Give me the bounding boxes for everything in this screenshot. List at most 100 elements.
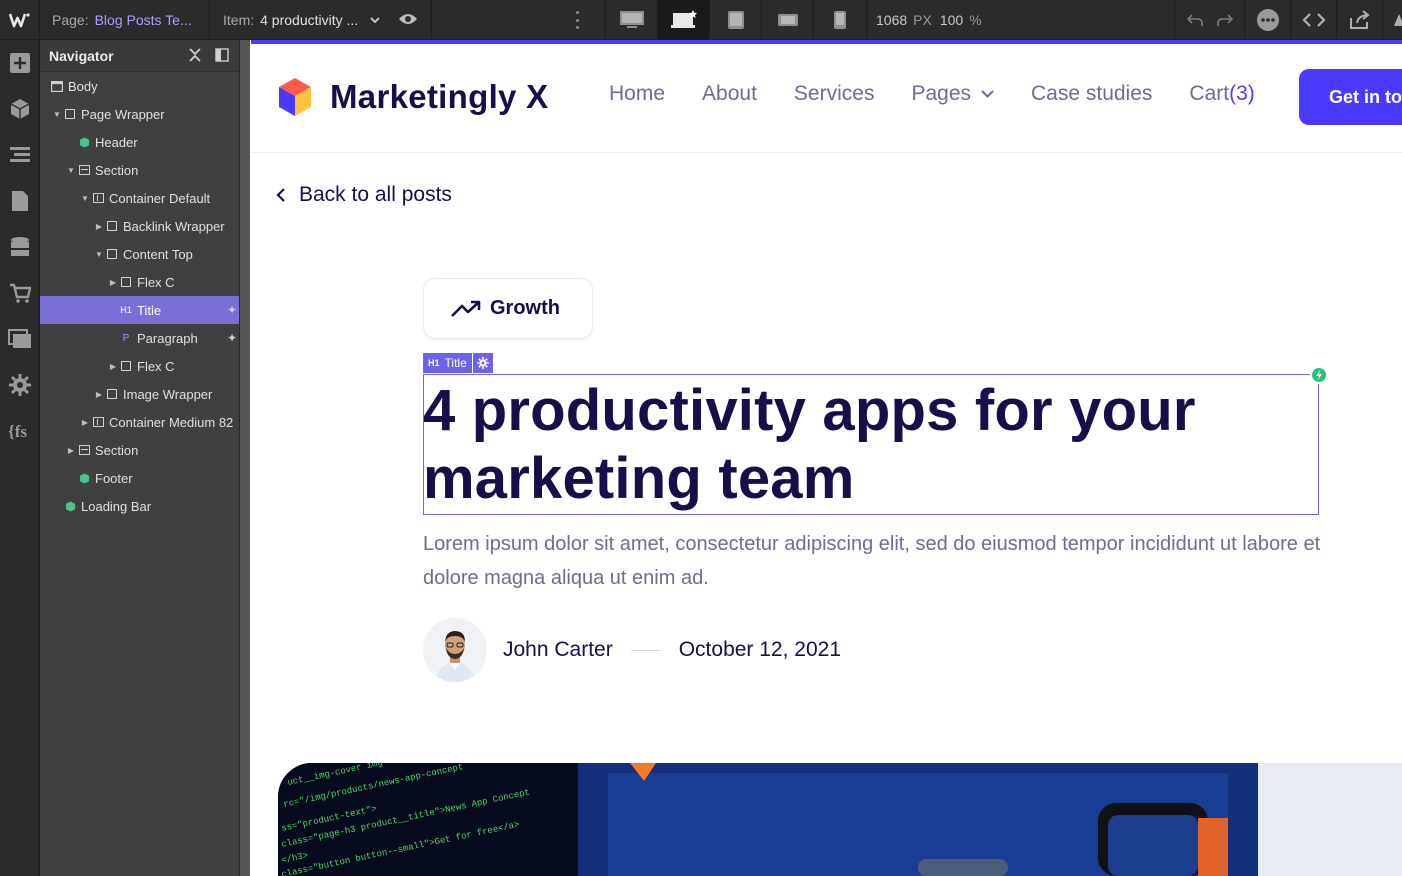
desktop-large-breakpoint-icon[interactable]	[605, 0, 657, 40]
nav-link-home[interactable]: Home	[609, 82, 665, 106]
body-icon	[51, 80, 63, 92]
main-nav: Home About Services Pages Case studies C…	[609, 82, 1292, 106]
tree-node-body[interactable]: Body	[40, 72, 239, 100]
breakpoint-switcher	[605, 0, 865, 40]
design-canvas[interactable]: Marketingly X Home About Services Pages …	[251, 40, 1402, 876]
tree-node-image-wrapper[interactable]: ▶ Image Wrapper	[40, 380, 239, 408]
selection-badge[interactable]: H1 Title	[423, 353, 493, 373]
tree-node-header[interactable]: Header	[40, 128, 239, 156]
chevron-down-icon[interactable]	[370, 17, 380, 23]
eye-icon[interactable]	[398, 12, 418, 26]
pages-icon[interactable]	[0, 178, 40, 224]
tablet-breakpoint-icon[interactable]	[709, 0, 761, 40]
nav-link-about[interactable]: About	[702, 82, 757, 106]
caret-down-icon[interactable]: ▼	[66, 166, 76, 175]
settings-gear-icon[interactable]	[0, 362, 40, 408]
caret-right-icon[interactable]: ▶	[80, 418, 90, 427]
redo-icon[interactable]	[1216, 13, 1233, 27]
ecommerce-icon[interactable]	[0, 270, 40, 316]
publish-icon[interactable]	[1382, 0, 1402, 40]
brand-name: Marketingly X	[330, 78, 549, 115]
item-name[interactable]: 4 productivity ...	[260, 12, 358, 28]
more-options-icon[interactable]	[570, 11, 584, 29]
tree-node-paragraph[interactable]: P Paragraph ✦	[40, 324, 239, 352]
tree-node-section[interactable]: ▼ Section	[40, 156, 239, 184]
nav-dropdown-pages[interactable]: Pages	[911, 82, 994, 106]
tree-node-page-wrapper[interactable]: ▼ Page Wrapper	[40, 100, 239, 128]
dock-panel-icon[interactable]	[215, 48, 229, 62]
div-block-icon	[107, 389, 117, 399]
tree-node-label: Flex C	[137, 274, 175, 290]
category-tag[interactable]: Growth	[423, 278, 593, 339]
caret-right-icon[interactable]: ▶	[66, 446, 76, 455]
mobile-portrait-breakpoint-icon[interactable]	[813, 0, 865, 40]
left-tool-rail: {fs	[0, 40, 40, 876]
svg-text:{fs: {fs	[8, 422, 27, 441]
caret-right-icon[interactable]: ▶	[108, 362, 118, 371]
undo-icon[interactable]	[1186, 13, 1203, 27]
code-icon[interactable]	[1290, 0, 1336, 40]
navigator-icon[interactable]	[0, 132, 40, 178]
webflow-logo-icon[interactable]	[0, 0, 40, 40]
tree-node-backlink-wrapper[interactable]: ▶ Backlink Wrapper	[40, 212, 239, 240]
back-link-label: Back to all posts	[299, 183, 452, 206]
item-selector[interactable]: Item: 4 productivity ...	[210, 0, 432, 40]
tree-node-label: Body	[68, 78, 98, 94]
more-menu-icon[interactable]	[1244, 0, 1290, 40]
post-paragraph[interactable]: Lorem ipsum dolor sit amet, consectetur …	[423, 527, 1323, 595]
tree-node-label: Loading Bar	[81, 498, 152, 514]
chevron-down-icon	[981, 90, 994, 98]
assets-icon[interactable]	[0, 316, 40, 362]
nav-cart[interactable]: Cart (3)	[1189, 82, 1254, 106]
section-icon	[78, 165, 90, 175]
nav-link-case-studies[interactable]: Case studies	[1031, 82, 1152, 106]
export-icon[interactable]	[1336, 0, 1382, 40]
caret-right-icon[interactable]: ▶	[94, 390, 104, 399]
navigator-panel: Navigator Body ▼ Page Wrapper Header ▼ S…	[40, 40, 240, 876]
tree-node-content-top[interactable]: ▼ Content Top	[40, 240, 239, 268]
tree-node-container-default[interactable]: ▼ Container Default	[40, 184, 239, 212]
mobile-landscape-breakpoint-icon[interactable]	[761, 0, 813, 40]
navigator-title: Navigator	[49, 47, 114, 64]
add-panel-icon[interactable]	[0, 40, 40, 86]
section-icon	[78, 445, 90, 455]
page-name[interactable]: Blog Posts Te...	[95, 12, 192, 28]
page-label: Page:	[52, 12, 89, 28]
back-to-posts-link[interactable]: Back to all posts	[276, 183, 452, 207]
author-meta: John Carter October 12, 2021	[423, 618, 841, 682]
cms-bind-icon[interactable]: ✦	[227, 303, 237, 317]
zoom-value[interactable]: 100	[940, 12, 963, 28]
cms-connected-bolt-icon[interactable]	[1310, 366, 1328, 384]
trending-up-icon	[451, 300, 481, 317]
caret-right-icon[interactable]: ▶	[94, 222, 104, 231]
zoom-unit: %	[969, 12, 982, 28]
tree-node-container-medium[interactable]: ▶ Container Medium 82	[40, 408, 239, 436]
tree-node-loading-bar[interactable]: Loading Bar	[40, 492, 239, 520]
caret-down-icon[interactable]: ▼	[94, 250, 104, 259]
tree-node-title-selected[interactable]: H1 Title ✦	[40, 296, 239, 324]
collapse-all-icon[interactable]	[189, 48, 201, 62]
caret-down-icon[interactable]: ▼	[52, 110, 62, 119]
caret-down-icon[interactable]: ▼	[80, 194, 90, 203]
tree-node-footer[interactable]: Footer	[40, 464, 239, 492]
page-selector[interactable]: Page: Blog Posts Te...	[40, 0, 210, 40]
components-icon[interactable]	[0, 86, 40, 132]
caret-right-icon[interactable]: ▶	[108, 278, 118, 287]
cms-bind-icon[interactable]: ✦	[227, 331, 237, 345]
undo-redo-group	[1174, 0, 1244, 40]
selected-element-outline	[423, 366, 1328, 515]
desktop-breakpoint-icon[interactable]	[657, 0, 709, 40]
finsweet-attributes-icon[interactable]: {fs	[0, 408, 40, 454]
tree-node-flex-c-2[interactable]: ▶ Flex C	[40, 352, 239, 380]
tree-node-section-2[interactable]: ▶ Section	[40, 436, 239, 464]
element-settings-gear-icon[interactable]	[472, 353, 493, 373]
brand-logo[interactable]: Marketingly X	[277, 77, 548, 117]
tree-node-flex-c[interactable]: ▶ Flex C	[40, 268, 239, 296]
nav-link-services[interactable]: Services	[794, 82, 875, 106]
get-in-touch-button[interactable]: Get in touch	[1299, 69, 1402, 125]
panel-resize-handle[interactable]	[240, 40, 250, 876]
cms-icon[interactable]	[0, 224, 40, 270]
canvas-width-value[interactable]: 1068	[876, 12, 907, 28]
tree-node-label: Footer	[95, 470, 133, 486]
author-name[interactable]: John Carter	[503, 638, 613, 662]
